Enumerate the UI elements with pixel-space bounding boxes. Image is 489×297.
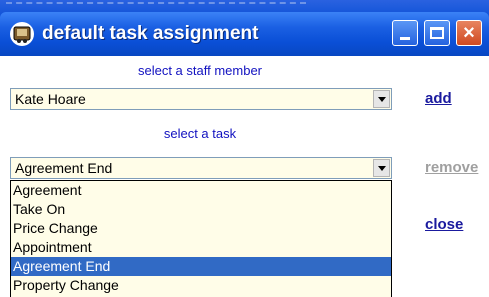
task-select[interactable]: Agreement End xyxy=(10,157,392,179)
task-dropdown-button[interactable] xyxy=(373,159,390,177)
minimize-button[interactable] xyxy=(392,20,418,46)
dropdown-option[interactable]: Property Change xyxy=(11,276,391,295)
window-title: default task assignment xyxy=(42,23,259,44)
close-window-button[interactable]: × xyxy=(456,20,482,46)
maximize-button[interactable] xyxy=(424,20,450,46)
dropdown-option[interactable]: Agreement xyxy=(11,181,391,200)
background-window-detail xyxy=(6,2,306,8)
dropdown-option[interactable]: Take On xyxy=(11,200,391,219)
chevron-down-icon xyxy=(377,96,386,102)
close-button[interactable]: close xyxy=(425,216,463,233)
dropdown-option-selected[interactable]: Agreement End xyxy=(11,257,391,276)
staff-dropdown-button[interactable] xyxy=(373,90,390,108)
close-icon: × xyxy=(463,22,475,44)
minimize-icon xyxy=(400,36,410,40)
staff-prompt: select a staff member xyxy=(137,63,263,78)
chevron-down-icon xyxy=(377,165,386,171)
staff-select-value: Kate Hoare xyxy=(15,91,86,107)
task-prompt: select a task xyxy=(163,126,237,141)
dropdown-option[interactable]: Appointment xyxy=(11,238,391,257)
dropdown-option[interactable]: Price Change xyxy=(11,219,391,238)
add-button[interactable]: add xyxy=(425,90,452,107)
staff-select[interactable]: Kate Hoare xyxy=(10,88,392,110)
maximize-icon xyxy=(430,27,444,39)
app-icon xyxy=(10,22,34,46)
remove-button: remove xyxy=(425,159,479,176)
task-select-value: Agreement End xyxy=(15,160,113,176)
title-bar[interactable]: default task assignment × xyxy=(0,12,489,56)
task-dropdown-list[interactable]: Agreement Take On Price Change Appointme… xyxy=(10,180,392,297)
